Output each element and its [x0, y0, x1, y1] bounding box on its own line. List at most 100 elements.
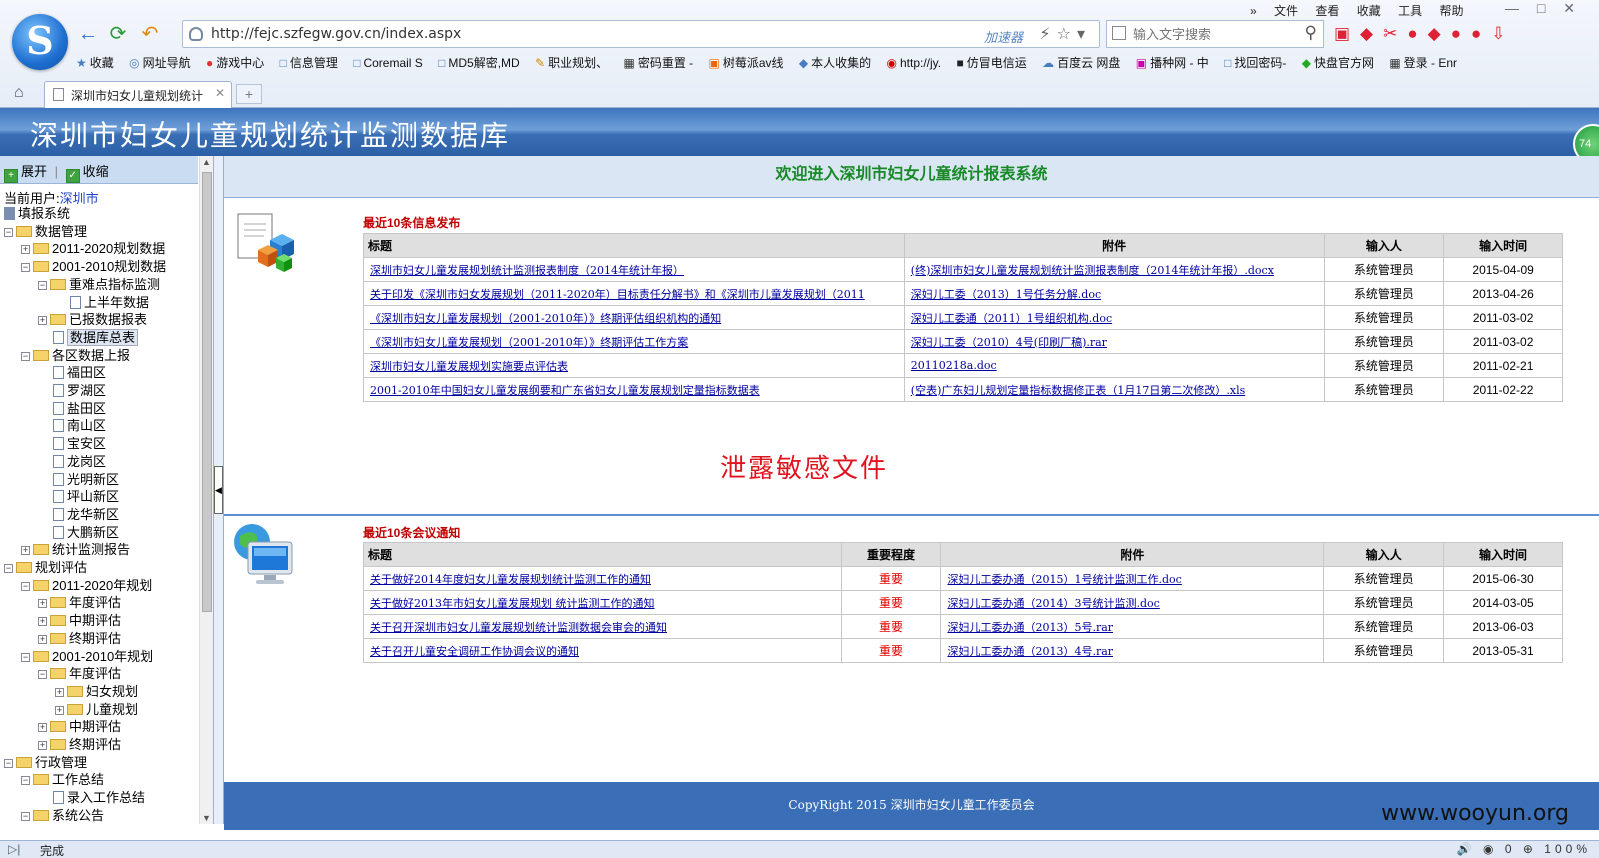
- tree-item-label[interactable]: 坪山新区: [67, 489, 119, 504]
- tree-item[interactable]: 数据库总表: [38, 328, 139, 346]
- tree-item-label[interactable]: 2001-2010年规划: [52, 649, 153, 664]
- tree-item[interactable]: +2011-2020规划数据: [21, 240, 165, 257]
- tree-item-label[interactable]: 年度评估: [69, 666, 121, 681]
- expand-node-icon[interactable]: +: [38, 741, 47, 750]
- collapse-node-icon[interactable]: −: [4, 564, 13, 573]
- bookmark-item[interactable]: ● 游戏中心: [206, 54, 264, 71]
- tree-item[interactable]: − 数据管理: [4, 223, 87, 240]
- bookmark-item[interactable]: ✎ 职业规划、: [535, 54, 608, 71]
- menu-help[interactable]: 帮助: [1439, 4, 1463, 18]
- tree-item[interactable]: − 工作总结: [21, 771, 104, 788]
- info-title-link[interactable]: 《深圳市妇女儿童发展规划（2001-2010年）》终期评估工作方案: [370, 336, 688, 349]
- bookmark-item[interactable]: ◆ 快盘官方网: [1302, 54, 1374, 71]
- tree-item-label[interactable]: 终期评估: [69, 737, 121, 752]
- tree-item[interactable]: 上半年数据: [55, 294, 149, 311]
- close-tab-icon[interactable]: ✕: [215, 86, 225, 100]
- tree-item[interactable]: 龙岗区: [38, 453, 106, 470]
- toolbar-icons[interactable]: ▣◆✂●◆●●⇩: [1334, 24, 1516, 44]
- address-icons[interactable]: ⚡☆▾: [1039, 24, 1091, 44]
- meeting-title-link[interactable]: 关于召开儿童安全调研工作协调会议的通知: [370, 645, 579, 658]
- tree-item[interactable]: 南山区: [38, 417, 106, 434]
- tree-item-label[interactable]: 福田区: [67, 365, 106, 380]
- expand-node-icon[interactable]: +: [38, 599, 47, 609]
- tree-item-label[interactable]: 规划评估: [35, 560, 87, 575]
- tree-item[interactable]: 坪山新区: [38, 488, 119, 505]
- tree-item-label[interactable]: 2011-2020年规划: [52, 578, 152, 593]
- tab-active[interactable]: 深圳市妇女儿童规划统计 ✕: [44, 81, 232, 108]
- info-title-link[interactable]: 《深圳市妇女儿童发展规划（2001-2010年）》终期评估组织机构的通知: [370, 312, 721, 325]
- collapse-node-icon[interactable]: −: [21, 263, 30, 273]
- bookmark-favorites[interactable]: ★ 收藏: [76, 54, 114, 71]
- tree-item-label[interactable]: 重难点指标监测: [69, 277, 160, 292]
- meeting-title-link[interactable]: 关于召开深圳市妇女儿童发展规划统计监测数据会审会的通知: [370, 621, 667, 634]
- tree-item[interactable]: + 妇女规划: [55, 683, 138, 700]
- back-button[interactable]: ←: [76, 22, 100, 46]
- browser-logo-icon[interactable]: S: [12, 14, 68, 70]
- menu-file[interactable]: 文件: [1274, 4, 1298, 18]
- address-url[interactable]: http://fejc.szfegw.gov.cn/index.aspx: [211, 26, 461, 42]
- attachment-link[interactable]: 深妇儿工委办通（2014）3号统计监测.doc: [947, 597, 1159, 610]
- tree-item[interactable]: − 2011-2020年规划: [21, 577, 152, 594]
- undo-button[interactable]: ↶: [138, 22, 162, 46]
- accelerator-label[interactable]: 加速器: [984, 27, 1023, 46]
- bookmark-item[interactable]: ▦ 登录 - Enr: [1389, 54, 1457, 71]
- expand-icon[interactable]: +: [4, 169, 18, 183]
- tree-item-label[interactable]: 上半年数据: [84, 295, 149, 310]
- bookmark-item[interactable]: ◉ http://jy.: [887, 56, 942, 70]
- tree-item-label[interactable]: 儿童规划: [86, 702, 138, 717]
- bookmark-item[interactable]: ◆ 本人收集的: [799, 54, 871, 71]
- attachment-link[interactable]: 深妇儿工委（2013）1号任务分解.doc: [911, 288, 1101, 301]
- menu-view[interactable]: 查看: [1315, 4, 1339, 18]
- tree-item[interactable]: 宝安区: [38, 435, 106, 452]
- tree-item-label[interactable]: 中期评估: [69, 719, 121, 734]
- expand-node-icon[interactable]: +: [38, 634, 47, 644]
- expand-node-icon[interactable]: +: [38, 723, 47, 733]
- expand-node-icon[interactable]: +: [38, 316, 47, 326]
- tree-item-label[interactable]: 年度评估: [69, 595, 121, 610]
- scroll-up-icon[interactable]: ▲: [202, 157, 211, 167]
- tree-item[interactable]: − 各区数据上报: [21, 347, 130, 364]
- tree-item[interactable]: − 2001-2010年规划: [21, 648, 153, 665]
- current-user-link[interactable]: 深圳市: [60, 191, 99, 206]
- tree-item[interactable]: 光明新区: [38, 471, 119, 488]
- bookmark-item[interactable]: □ 找回密码-: [1224, 54, 1286, 71]
- search-box[interactable]: ⚲: [1106, 20, 1324, 48]
- tree-item[interactable]: + 终期评估: [38, 736, 121, 753]
- expand-node-icon[interactable]: +: [38, 617, 47, 627]
- address-bar[interactable]: http://fejc.szfegw.gov.cn/index.aspx 加速器…: [182, 20, 1100, 48]
- info-title-link[interactable]: 深圳市妇女儿童发展规划统计监测报表制度（2014年统计年报）: [370, 264, 684, 277]
- attachment-link[interactable]: 20110218a.doc: [911, 359, 997, 372]
- home-icon[interactable]: ⌂: [14, 84, 24, 102]
- tree-item[interactable]: + 终期评估: [38, 630, 121, 647]
- attachment-link[interactable]: 深妇儿工委办通（2013）4号.rar: [947, 645, 1113, 658]
- bookmark-item[interactable]: ☁ 百度云 网盘: [1042, 54, 1120, 71]
- bookmark-item[interactable]: □ 信息管理: [280, 54, 338, 71]
- tree-item[interactable]: − 系统公告: [21, 807, 104, 824]
- tree-item-label[interactable]: 2001-2010规划数据: [52, 259, 166, 274]
- search-engine-icon[interactable]: [1112, 26, 1126, 40]
- tree-item-label[interactable]: 宝安区: [67, 436, 106, 451]
- expand-node-icon[interactable]: +: [55, 687, 64, 697]
- attachment-link[interactable]: 深妇儿工委通（2011）1号组织机构.doc: [911, 312, 1112, 325]
- tree-item[interactable]: − 2001-2010规划数据: [21, 258, 166, 275]
- expand-node-icon[interactable]: +: [55, 705, 64, 715]
- tree-item-label[interactable]: 统计监测报告: [52, 542, 130, 557]
- tree-item-label[interactable]: 已报数据报表: [69, 312, 147, 327]
- tree-item[interactable]: + 中期评估: [38, 718, 121, 735]
- tree-item-label[interactable]: 中期评估: [69, 613, 121, 628]
- bookmark-item[interactable]: □ Coremail S: [353, 56, 423, 70]
- scroll-down-icon[interactable]: ▼: [202, 813, 211, 823]
- tree-item[interactable]: 福田区: [38, 364, 106, 381]
- window-controls[interactable]: ―□✕: [1505, 0, 1593, 17]
- tree-item-label[interactable]: 大鹏新区: [67, 525, 119, 540]
- attachment-link[interactable]: 深妇儿工委（2010）4号(印刷厂稿).rar: [911, 336, 1107, 349]
- search-icon[interactable]: ⚲: [1305, 23, 1317, 43]
- collapse-frame-handle[interactable]: ◀: [214, 466, 223, 514]
- tree-item[interactable]: − 年度评估: [38, 665, 121, 682]
- tree-item-label[interactable]: 龙岗区: [67, 454, 106, 469]
- refresh-button[interactable]: ⟳: [106, 22, 130, 46]
- tree-item[interactable]: − 规划评估: [4, 559, 87, 576]
- tree-item[interactable]: + 年度评估: [38, 594, 121, 611]
- tree-item-label[interactable]: 盐田区: [67, 401, 106, 416]
- collapse-node-icon[interactable]: −: [4, 758, 13, 768]
